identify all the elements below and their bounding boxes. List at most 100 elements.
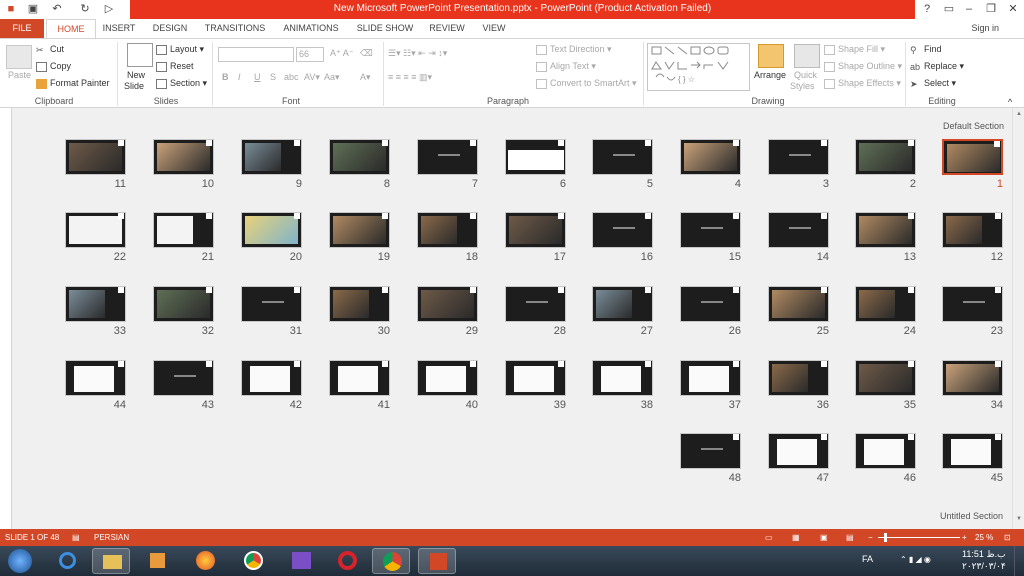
slide-thumbnail[interactable] bbox=[942, 360, 1003, 396]
slide-thumbnail[interactable] bbox=[942, 139, 1003, 175]
slide-sorter-view-icon[interactable]: ▦ bbox=[792, 533, 800, 542]
shape-effects-button[interactable]: Shape Effects ▾ bbox=[824, 78, 901, 89]
bullets-icon[interactable]: ☰▾ ☷▾ ⇤ ⇥ ↕▾ bbox=[388, 48, 447, 59]
slide-thumbnail[interactable] bbox=[329, 286, 390, 322]
reset-button[interactable]: Reset bbox=[156, 61, 194, 72]
slide-thumbnail[interactable] bbox=[592, 360, 653, 396]
slide-thumbnail[interactable] bbox=[855, 360, 916, 396]
slide-thumbnail[interactable] bbox=[768, 286, 829, 322]
slide-thumbnail[interactable] bbox=[768, 433, 829, 469]
zoom-level[interactable]: 25 % bbox=[975, 533, 993, 542]
tab-insert[interactable]: INSERT bbox=[100, 19, 138, 38]
language-bar[interactable]: FA bbox=[862, 554, 873, 564]
chrome-icon[interactable] bbox=[234, 548, 272, 574]
strikethrough-icon[interactable]: abc bbox=[284, 72, 299, 82]
grow-font-icon[interactable]: A⁺ A⁻ bbox=[330, 48, 354, 59]
section-button[interactable]: Section ▾ bbox=[156, 78, 207, 89]
slide-thumbnail[interactable] bbox=[153, 139, 214, 175]
slide-thumbnail[interactable] bbox=[768, 139, 829, 175]
slide-thumbnail[interactable] bbox=[592, 139, 653, 175]
slide-thumbnail[interactable] bbox=[329, 360, 390, 396]
slide-thumbnail[interactable] bbox=[417, 360, 478, 396]
slide-thumbnail[interactable] bbox=[329, 139, 390, 175]
shapes-gallery[interactable]: { } ☆ bbox=[647, 43, 750, 91]
slide-thumbnail[interactable] bbox=[65, 212, 126, 248]
slide-panel-collapsed[interactable] bbox=[0, 108, 12, 529]
paste-icon[interactable] bbox=[6, 45, 32, 69]
find-button[interactable]: ⚲ Find bbox=[910, 44, 942, 55]
untitled-section-label[interactable]: Untitled Section bbox=[940, 511, 1003, 521]
convert-smartart-button[interactable]: Convert to SmartArt ▾ bbox=[536, 78, 637, 89]
tab-slide-show[interactable]: SLIDE SHOW bbox=[356, 19, 414, 38]
quick-styles-label-1[interactable]: Quick bbox=[794, 70, 817, 80]
tab-view[interactable]: VIEW bbox=[480, 19, 508, 38]
slide-thumbnail[interactable] bbox=[153, 360, 214, 396]
tab-transitions[interactable]: TRANSITIONS bbox=[204, 19, 266, 38]
font-color-icon[interactable]: A▾ bbox=[360, 72, 371, 83]
close-button[interactable]: ✕ bbox=[1004, 1, 1022, 17]
cut-button[interactable]: ✂ Cut bbox=[36, 44, 64, 55]
slide-thumbnail[interactable] bbox=[505, 212, 566, 248]
clear-formatting-icon[interactable]: ⌫ bbox=[360, 48, 373, 59]
slide-thumbnail[interactable] bbox=[505, 286, 566, 322]
slide-thumbnail[interactable] bbox=[241, 212, 302, 248]
font-size-input[interactable]: 66 bbox=[296, 47, 324, 62]
slide-thumbnail[interactable] bbox=[680, 286, 741, 322]
zoom-out-icon[interactable]: − bbox=[868, 533, 873, 542]
font-name-input[interactable] bbox=[218, 47, 294, 62]
slide-thumbnail[interactable] bbox=[65, 139, 126, 175]
minimize-button[interactable]: – bbox=[960, 1, 978, 17]
spell-check-icon[interactable]: ▤ bbox=[72, 533, 80, 542]
slide-thumbnail[interactable] bbox=[241, 286, 302, 322]
language-indicator[interactable]: PERSIAN bbox=[94, 533, 129, 542]
fit-to-window-icon[interactable]: ⊡ bbox=[1004, 533, 1011, 542]
quick-styles-label-2[interactable]: Styles bbox=[790, 81, 815, 91]
slide-thumbnail[interactable] bbox=[768, 360, 829, 396]
underline-icon[interactable]: U bbox=[254, 72, 261, 82]
slide-thumbnail[interactable] bbox=[65, 360, 126, 396]
arrange-icon[interactable] bbox=[758, 44, 784, 68]
collapse-ribbon-icon[interactable]: ^ bbox=[1008, 97, 1012, 107]
align-text-button[interactable]: Align Text ▾ bbox=[536, 61, 596, 72]
slide-thumbnail[interactable] bbox=[153, 286, 214, 322]
slide-thumbnail[interactable] bbox=[153, 212, 214, 248]
clock-time[interactable]: 11:51 ب.ظ bbox=[962, 549, 1006, 560]
tab-home[interactable]: HOME bbox=[46, 19, 96, 39]
scroll-down-icon[interactable]: ▼ bbox=[1016, 516, 1022, 522]
firefox-icon[interactable] bbox=[186, 548, 224, 574]
new-slide-label-2[interactable]: Slide bbox=[124, 81, 144, 91]
reading-view-icon[interactable]: ▣ bbox=[820, 533, 828, 542]
maximize-button[interactable]: ❐ bbox=[982, 1, 1000, 17]
media-player-icon[interactable] bbox=[138, 548, 176, 574]
show-desktop-button[interactable] bbox=[1014, 546, 1024, 576]
slide-thumbnail[interactable] bbox=[241, 360, 302, 396]
align-icons[interactable]: ≡ ≡ ≡ ≡ ▥▾ bbox=[388, 72, 432, 83]
slide-thumbnail[interactable] bbox=[680, 212, 741, 248]
shadow-icon[interactable]: S bbox=[270, 72, 276, 82]
italic-icon[interactable]: I bbox=[238, 72, 241, 82]
slide-thumbnail[interactable] bbox=[680, 139, 741, 175]
slide-thumbnail[interactable] bbox=[417, 286, 478, 322]
sign-in-link[interactable]: Sign in bbox=[971, 23, 999, 33]
select-button[interactable]: ➤ Select ▾ bbox=[910, 78, 956, 89]
change-case-icon[interactable]: Aa▾ bbox=[324, 72, 340, 83]
slide-thumbnail[interactable] bbox=[768, 212, 829, 248]
help-button[interactable]: ? bbox=[918, 1, 936, 17]
slide-thumbnail[interactable] bbox=[65, 286, 126, 322]
layout-button[interactable]: Layout ▾ bbox=[156, 44, 204, 55]
slide-thumbnail[interactable] bbox=[505, 360, 566, 396]
ribbon-display-icon[interactable]: ▭ bbox=[940, 1, 958, 17]
quick-styles-icon[interactable] bbox=[794, 44, 820, 68]
slide-thumbnail[interactable] bbox=[505, 139, 566, 175]
redo-icon[interactable]: ↻ bbox=[78, 2, 92, 16]
powerpoint-taskbar-icon[interactable] bbox=[418, 548, 456, 574]
shape-fill-button[interactable]: Shape Fill ▾ bbox=[824, 44, 885, 55]
slide-thumbnail[interactable] bbox=[680, 360, 741, 396]
slide-thumbnail[interactable] bbox=[855, 286, 916, 322]
arrange-button[interactable]: Arrange bbox=[754, 70, 786, 80]
slide-thumbnail[interactable] bbox=[417, 212, 478, 248]
zoom-slider[interactable] bbox=[878, 537, 960, 538]
tab-animations[interactable]: ANIMATIONS bbox=[280, 19, 342, 38]
slide-thumbnail[interactable] bbox=[592, 212, 653, 248]
file-explorer-icon[interactable] bbox=[92, 548, 130, 574]
